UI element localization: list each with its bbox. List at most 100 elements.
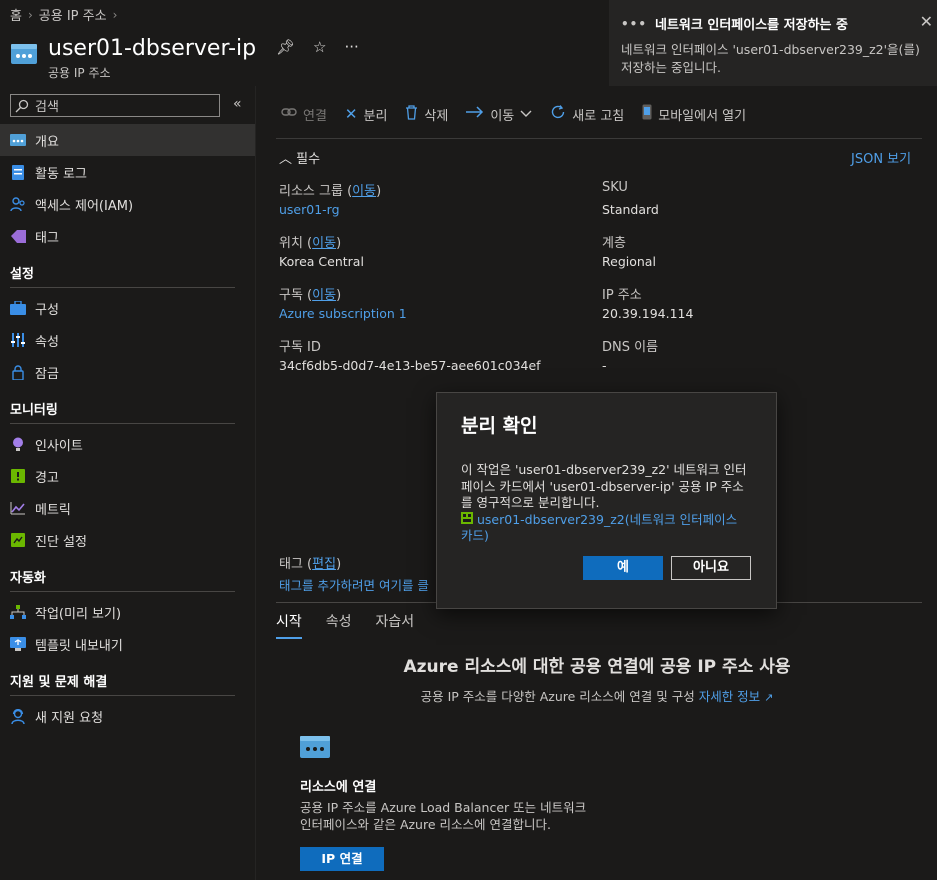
associate-card-description: 공용 IP 주소를 Azure Load Balancer 또는 네트워크 인터… (300, 800, 587, 832)
pin-icon[interactable]: 📌︎ (276, 38, 295, 56)
resource-group-value[interactable]: user01-rg (279, 198, 541, 232)
sidebar-item-diagnostic-settings[interactable]: 진단 설정 (0, 524, 255, 556)
move-resource-group-link[interactable]: 이동 (352, 184, 376, 199)
move-button[interactable]: 이동 (466, 105, 532, 124)
command-bar: 연결 ✕ 분리 삭제 이동 새로 고침 모바일에서 열기 (281, 104, 764, 124)
dialog-buttons: 예 아니요 (583, 556, 751, 580)
sidebar-item-tasks[interactable]: 작업(미리 보기) (0, 596, 255, 628)
dissociate-button[interactable]: ✕ 분리 (345, 105, 388, 124)
tasks-icon (10, 604, 26, 620)
tier-label: 계층 (602, 236, 626, 251)
iam-icon (10, 196, 26, 212)
mobile-phone-icon (642, 104, 652, 124)
get-started-title: Azure 리소스에 대한 공용 연결에 공용 IP 주소 사용 (403, 657, 791, 677)
title-actions: 📌︎ ☆ ··· (276, 38, 359, 56)
sidebar-section-monitoring: 모니터링 (10, 394, 235, 424)
ip-address-value: 20.39.194.114 (602, 306, 694, 321)
search-placeholder: 검색 (35, 100, 59, 115)
page-subtitle: 공용 IP 주소 (48, 66, 111, 80)
learn-more-link[interactable]: 자세한 정보 ↗ (699, 689, 774, 704)
notification-toast: ••• 네트워크 인터페이스를 저장하는 중 네트워크 인터페이스 'user0… (609, 0, 937, 98)
chevron-down-icon (520, 107, 532, 122)
chevron-up-icon: ︿ (279, 152, 293, 167)
sidebar-nav: 개요 활동 로그 액세스 제어(IAM) 태그 설정 구성 속성 잠금 모니터링… (0, 124, 255, 732)
sidebar-section-settings: 설정 (10, 258, 235, 288)
sidebar-section-support: 지원 및 문제 해결 (10, 666, 235, 696)
open-in-mobile-button[interactable]: 모바일에서 열기 (642, 104, 746, 124)
edit-tags-link[interactable]: 편집 (312, 557, 336, 572)
close-icon[interactable]: ✕ (920, 12, 933, 31)
essentials-right-column: SKU Standard 계층 Regional IP 주소 20.39.194… (602, 180, 693, 388)
sidebar-item-metrics[interactable]: 메트릭 (0, 492, 255, 524)
collapse-sidebar-icon[interactable]: « (233, 96, 242, 112)
sidebar-item-overview[interactable]: 개요 (0, 124, 255, 156)
dns-name-value: - (602, 358, 607, 373)
progress-dots-icon: ••• (621, 16, 648, 31)
sidebar-search-input[interactable]: 검색 (10, 94, 220, 117)
metrics-icon (10, 500, 26, 516)
essentials-toggle[interactable]: ︿ 필수 (279, 148, 320, 167)
refresh-button[interactable]: 새로 고침 (550, 104, 624, 124)
confirm-no-button[interactable]: 아니요 (671, 556, 751, 580)
dialog-nic-link[interactable]: user01-dbserver239_z2(네트워크 인터페이스 카드) (461, 511, 752, 545)
external-link-icon: ↗ (764, 691, 774, 704)
sidebar-item-activity-log[interactable]: 활동 로그 (0, 156, 255, 188)
json-view-link[interactable]: JSON 보기 (851, 148, 911, 167)
breadcrumb-home[interactable]: 홈 (10, 5, 22, 24)
associate-resource-card: 리소스에 연결 공용 IP 주소를 Azure Load Balancer 또는… (300, 734, 600, 871)
public-ip-icon (300, 736, 330, 758)
alert-icon (10, 468, 26, 484)
more-options-icon[interactable]: ··· (345, 38, 359, 56)
resource-group-label: 리소스 그룹 (이동) (279, 184, 382, 199)
link-icon (281, 106, 297, 122)
export-template-icon (10, 636, 26, 652)
properties-icon (10, 332, 26, 348)
support-person-icon (10, 708, 26, 724)
sidebar-item-tags[interactable]: 태그 (0, 220, 255, 252)
tab-tutorials[interactable]: 자습서 (376, 611, 415, 639)
essentials-left-column: 리소스 그룹 (이동) user01-rg 위치 (이동) Korea Cent… (279, 180, 541, 388)
sidebar-item-insights[interactable]: 인사이트 (0, 428, 255, 460)
confirm-yes-button[interactable]: 예 (583, 556, 663, 580)
sidebar-item-export-template[interactable]: 템플릿 내보내기 (0, 628, 255, 660)
sidebar-section-automation: 자동화 (10, 562, 235, 592)
add-tags-link[interactable]: 태그를 추가하려면 여기를 클 (279, 575, 429, 594)
refresh-icon (550, 104, 566, 124)
location-label: 위치 (이동) (279, 236, 342, 251)
search-icon (15, 99, 29, 112)
subscription-value[interactable]: Azure subscription 1 (279, 302, 541, 336)
lightbulb-icon (10, 436, 26, 452)
sidebar-item-new-support-request[interactable]: 새 지원 요청 (0, 700, 255, 732)
associate-ip-button[interactable]: IP 연결 (300, 847, 384, 871)
dialog-title: 분리 확인 (461, 415, 538, 437)
page-title: user01-dbserver-ip (48, 36, 257, 61)
get-started-subtitle: 공용 IP 주소를 다양한 Azure 리소스에 연결 및 구성 자세한 정보 … (420, 689, 774, 704)
dissociate-x-icon: ✕ (344, 105, 358, 123)
tab-get-started[interactable]: 시작 (276, 611, 302, 639)
connect-button[interactable]: 연결 (281, 105, 327, 124)
sidebar-item-locks[interactable]: 잠금 (0, 356, 255, 388)
move-subscription-link[interactable]: 이동 (312, 288, 336, 303)
tab-properties[interactable]: 속성 (326, 611, 352, 639)
dialog-body: 이 작업은 'user01-dbserver239_z2' 네트워크 인터페이스… (461, 462, 747, 510)
notification-body: 네트워크 인터페이스 'user01-dbserver239_z2'을(를) 저… (621, 42, 920, 75)
breadcrumb: 홈 › 공용 IP 주소 › (10, 5, 117, 25)
tag-icon (10, 228, 26, 244)
resource-header: user01-dbserver-ip 공용 IP 주소 (10, 34, 256, 81)
command-bar-divider (276, 138, 922, 139)
page: 홈 › 공용 IP 주소 › user01-dbserver-ip 공용 IP … (0, 0, 937, 880)
delete-button[interactable]: 삭제 (405, 104, 448, 124)
associate-card-title: 리소스에 연결 (300, 780, 377, 795)
favorite-star-icon[interactable]: ☆ (313, 38, 326, 56)
subscription-id-label: 구독 ID (279, 340, 321, 355)
sidebar-item-properties[interactable]: 속성 (0, 324, 255, 356)
sidebar-item-iam[interactable]: 액세스 제어(IAM) (0, 188, 255, 220)
configuration-icon (10, 300, 26, 316)
breadcrumb-public-ip[interactable]: 공용 IP 주소 (39, 5, 107, 24)
sidebar-item-configuration[interactable]: 구성 (0, 292, 255, 324)
location-value: Korea Central (279, 254, 364, 269)
sidebar-item-alerts[interactable]: 경고 (0, 460, 255, 492)
move-location-link[interactable]: 이동 (312, 236, 336, 251)
subscription-id-value: 34cf6db5-d0d7-4e13-be57-aee601c034ef (279, 358, 541, 373)
ip-address-label: IP 주소 (602, 288, 642, 303)
